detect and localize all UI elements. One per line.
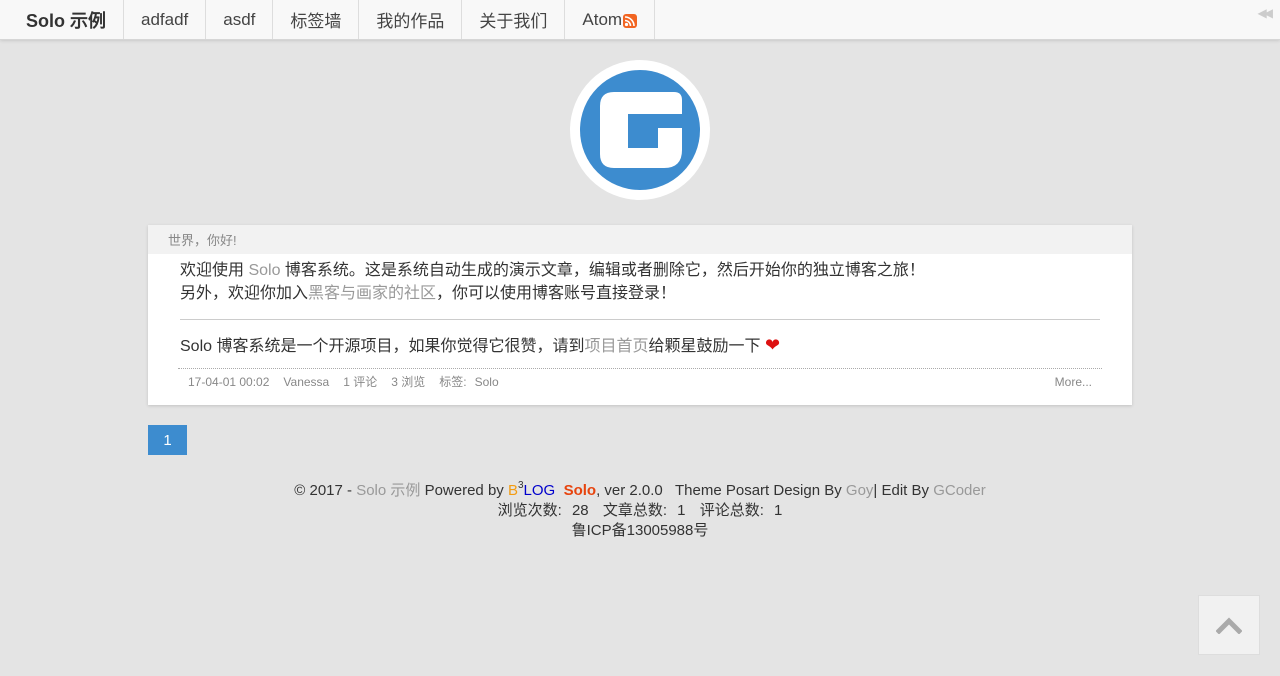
back-to-top-button[interactable] bbox=[1198, 595, 1260, 655]
b3log-b: B bbox=[507, 482, 518, 499]
nav-item-asdf[interactable]: asdf bbox=[206, 0, 274, 39]
editor-link[interactable]: GCoder bbox=[933, 482, 986, 499]
site-brand-link[interactable]: Solo 示例 bbox=[0, 0, 124, 39]
article-views: 3 浏览 bbox=[391, 375, 426, 389]
collapse-sidebar-icon[interactable]: ◀◀ bbox=[1258, 6, 1274, 20]
powered-by-text: Powered by bbox=[420, 482, 508, 499]
nav-item-tag-wall[interactable]: 标签墙 bbox=[273, 0, 360, 39]
article-text: 给颗星鼓励一下 bbox=[648, 338, 765, 355]
footer-icp: 鲁ICP备13005988号 bbox=[0, 521, 1280, 541]
stats-views-label: 浏览次数: bbox=[497, 502, 562, 519]
edit-by-text: | Edit By bbox=[873, 482, 934, 499]
article-text: 博客系统。这是系统自动生成的演示文章，编辑或者删除它，然后开始你的独立博客之旅！ bbox=[280, 262, 925, 279]
article-tags-label: 标签: bbox=[439, 375, 467, 389]
b3log-link[interactable]: B3LOG bbox=[507, 480, 556, 499]
article-card: 世界，你好! 欢迎使用 Solo 博客系统。这是系统自动生成的演示文章，编辑或者… bbox=[148, 225, 1132, 405]
designer-link[interactable]: Goy bbox=[846, 482, 874, 499]
pagination-page-1[interactable]: 1 bbox=[148, 425, 187, 455]
article-abstract: 欢迎使用 Solo 博客系统。这是系统自动生成的演示文章，编辑或者删除它，然后开… bbox=[148, 254, 1132, 358]
article-text: ，你可以使用博客账号直接登录！ bbox=[436, 285, 677, 302]
footer-stats: 浏览次数: 28 文章总数: 1 评论总数: 1 bbox=[0, 501, 1280, 521]
footer-site-link[interactable]: Solo 示例 bbox=[356, 482, 420, 499]
copyright-text: © 2017 - bbox=[294, 482, 357, 499]
community-link[interactable]: 黑客与画家的社区 bbox=[308, 285, 436, 302]
project-home-link[interactable]: 项目首页 bbox=[584, 338, 648, 355]
article-comments-link[interactable]: 1 评论 bbox=[343, 373, 377, 390]
chevron-up-icon bbox=[1216, 617, 1242, 634]
nav-item-atom-feed[interactable]: Atom bbox=[565, 0, 656, 39]
stats-articles-value: 1 bbox=[677, 502, 686, 519]
nav-item-about-us[interactable]: 关于我们 bbox=[462, 0, 566, 39]
top-navbar: Solo 示例 adfadf asdf 标签墙 我的作品 关于我们 Atom ◀… bbox=[0, 0, 1280, 40]
article-author-link[interactable]: Vanessa bbox=[283, 375, 329, 389]
nav-item-my-works[interactable]: 我的作品 bbox=[359, 0, 463, 39]
icp-link[interactable]: 鲁ICP备13005988号 bbox=[572, 522, 709, 539]
article-text: 另外，欢迎你加入 bbox=[180, 285, 309, 302]
article-title-link[interactable]: 世界，你好! bbox=[168, 230, 237, 249]
solo-brand-link[interactable]: Solo bbox=[564, 482, 597, 499]
article-line-3: Solo 博客系统是一个开源项目，如果你觉得它很赞，请到项目首页给颗星鼓励一下 … bbox=[180, 334, 1100, 358]
read-more-link[interactable]: More... bbox=[1055, 375, 1102, 389]
article-text: 欢迎使用 bbox=[180, 262, 249, 279]
heart-icon: ❤ bbox=[764, 335, 781, 355]
article-meta: 17-04-01 00:02 Vanessa 1 评论 3 浏览 标签: Sol… bbox=[178, 368, 1102, 394]
footer-credits: © 2017 - Solo 示例 Powered by B3LOG Solo, … bbox=[0, 476, 1280, 501]
stats-comments-label: 评论总数: bbox=[699, 502, 764, 519]
nav-item-adfadf[interactable]: adfadf bbox=[124, 0, 207, 39]
stats-articles-label: 文章总数: bbox=[602, 502, 667, 519]
version-text: , ver 2.0.0 Theme Posart Design By bbox=[596, 482, 846, 499]
avatar[interactable] bbox=[570, 60, 710, 200]
atom-label: Atom bbox=[582, 9, 623, 29]
article-divider bbox=[180, 319, 1100, 320]
b3log-log: LOG bbox=[523, 482, 556, 499]
stats-comments-value: 1 bbox=[774, 502, 783, 519]
article-text: Solo 博客系统是一个开源项目，如果你觉得它很赞，请到 bbox=[180, 338, 585, 355]
article-line-2: 另外，欢迎你加入黑客与画家的社区，你可以使用博客账号直接登录！ bbox=[180, 282, 1100, 305]
stats-views-value: 28 bbox=[571, 502, 589, 519]
article-tag-link[interactable]: Solo bbox=[475, 375, 499, 389]
rss-icon bbox=[623, 14, 638, 28]
article-date: 17-04-01 00:02 bbox=[188, 374, 270, 389]
blog-logo-icon bbox=[580, 70, 700, 190]
article-header: 世界，你好! bbox=[148, 225, 1132, 254]
solo-link[interactable]: Solo bbox=[248, 262, 280, 279]
article-line-1: 欢迎使用 Solo 博客系统。这是系统自动生成的演示文章，编辑或者删除它，然后开… bbox=[180, 259, 1100, 282]
footer: © 2017 - Solo 示例 Powered by B3LOG Solo, … bbox=[0, 476, 1280, 541]
